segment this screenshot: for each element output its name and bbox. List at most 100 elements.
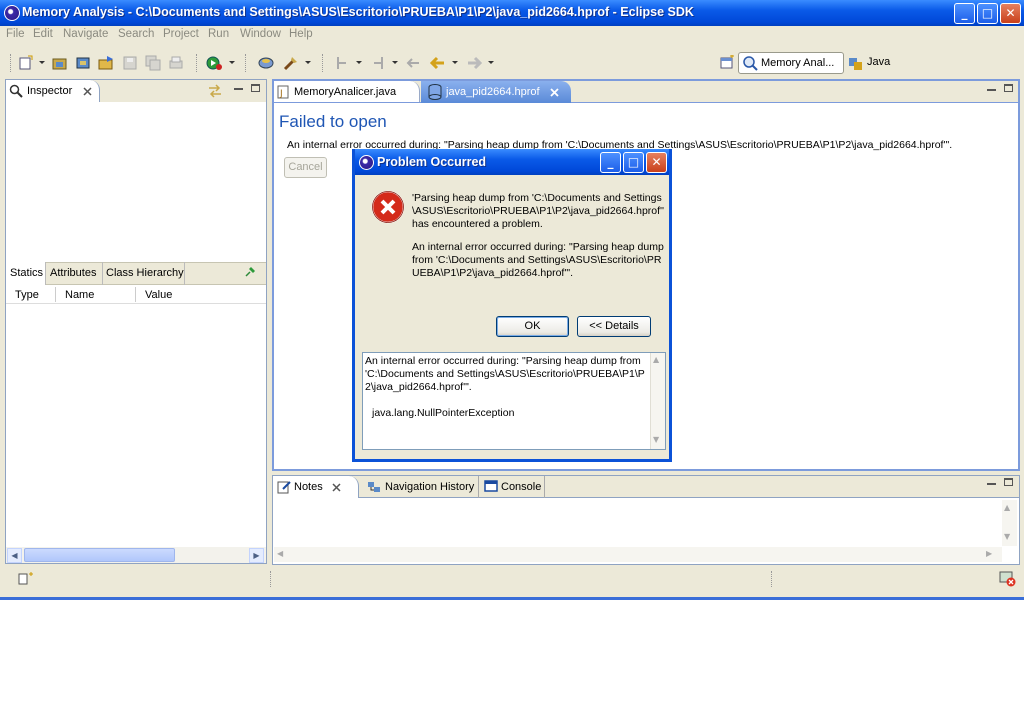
maximize-icon[interactable]: [1004, 478, 1013, 486]
search-icon: [9, 84, 23, 98]
open-perspective-icon[interactable]: [719, 54, 735, 71]
cancel-button[interactable]: Cancel: [284, 157, 327, 178]
horizontal-scrollbar[interactable]: ◀ ▶: [274, 547, 1002, 562]
memory-analyzer-icon: [742, 55, 758, 71]
page-title: Failed to open: [279, 112, 387, 131]
column-divider[interactable]: [55, 287, 56, 302]
link-with-editor-icon[interactable]: [207, 84, 223, 98]
perspective-label: Memory Anal...: [761, 57, 835, 69]
scroll-right-arrow[interactable]: ▶: [249, 548, 264, 563]
menu-navigate[interactable]: Navigate: [63, 28, 108, 40]
chevron-down-icon[interactable]: [452, 61, 458, 64]
heap-dump-icon: [428, 84, 442, 100]
maximize-icon[interactable]: [251, 84, 260, 92]
vertical-scrollbar[interactable]: ▲ ▼: [1002, 500, 1017, 546]
maximize-button[interactable]: □: [977, 3, 998, 24]
menu-edit[interactable]: Edit: [33, 28, 53, 40]
vertical-scrollbar[interactable]: ▲ ▼: [650, 353, 665, 449]
minimize-icon[interactable]: [987, 483, 996, 485]
perspective-java-label[interactable]: Java: [867, 56, 890, 68]
dialog-title-bar[interactable]: Problem Occurred _ □ ✕: [355, 149, 669, 175]
close-icon[interactable]: [83, 86, 92, 96]
subtab-class-hierarchy[interactable]: Class Hierarchy: [103, 262, 185, 285]
minimize-button[interactable]: _: [600, 152, 621, 173]
close-button[interactable]: ✕: [1000, 3, 1021, 24]
pin-icon[interactable]: [244, 266, 256, 278]
menu-file[interactable]: File: [6, 28, 25, 40]
scroll-down-arrow[interactable]: ▼: [653, 435, 659, 444]
menu-help[interactable]: Help: [289, 28, 313, 40]
tab-notes-label: Notes: [294, 481, 323, 493]
save-all-icon[interactable]: [145, 55, 161, 71]
navigation-history-icon[interactable]: [367, 480, 381, 494]
chevron-down-icon[interactable]: [305, 61, 311, 64]
ok-button[interactable]: OK: [496, 316, 569, 337]
subtab-statics[interactable]: Statics: [6, 262, 46, 285]
console-icon[interactable]: [484, 480, 498, 493]
new-package-icon[interactable]: [75, 55, 91, 71]
menu-search[interactable]: Search: [118, 28, 154, 40]
scroll-left-arrow[interactable]: ◀: [277, 549, 283, 558]
error-icon: [371, 190, 405, 224]
chevron-down-icon[interactable]: [392, 61, 398, 64]
maximize-button[interactable]: □: [623, 152, 644, 173]
tab-console[interactable]: Console: [501, 481, 541, 493]
perspective-memory-analysis[interactable]: Memory Anal...: [738, 52, 844, 74]
scroll-down-arrow[interactable]: ▼: [1004, 532, 1010, 541]
problem-dialog: Problem Occurred _ □ ✕ 'Parsing heap dum…: [352, 149, 672, 462]
close-icon[interactable]: [332, 482, 341, 492]
scroll-up-arrow[interactable]: ▲: [1004, 503, 1010, 512]
java-perspective-icon[interactable]: [848, 55, 864, 71]
chevron-down-icon[interactable]: [229, 61, 235, 64]
scroll-up-arrow[interactable]: ▲: [653, 355, 659, 364]
details-button[interactable]: << Details: [577, 316, 651, 337]
open-type-icon[interactable]: [98, 55, 114, 71]
scroll-left-arrow[interactable]: ◀: [7, 548, 22, 563]
details-text: An internal error occurred during: "Pars…: [365, 355, 645, 393]
scroll-thumb[interactable]: [24, 548, 175, 562]
details-textarea[interactable]: An internal error occurred during: "Pars…: [362, 352, 666, 450]
previous-annotation-icon[interactable]: [370, 55, 386, 71]
column-value[interactable]: Value: [145, 289, 172, 301]
save-icon[interactable]: [122, 55, 138, 71]
back-icon[interactable]: [429, 55, 446, 71]
new-java-project-icon[interactable]: [52, 55, 68, 71]
dialog-detail-message: An internal error occurred during: "Pars…: [412, 241, 664, 279]
menu-run[interactable]: Run: [208, 28, 229, 40]
open-heap-dump-icon[interactable]: [258, 55, 274, 71]
next-annotation-icon[interactable]: [334, 55, 350, 71]
status-separator: [771, 571, 772, 587]
chevron-down-icon[interactable]: [488, 61, 494, 64]
notes-icon: [277, 480, 291, 494]
external-tools-icon[interactable]: [283, 55, 299, 71]
subtab-label: Attributes: [50, 267, 97, 279]
new-icon[interactable]: [18, 55, 34, 71]
tab-navigation-history[interactable]: Navigation History: [385, 481, 474, 493]
minimize-icon[interactable]: [987, 89, 996, 91]
column-name[interactable]: Name: [65, 289, 94, 301]
chevron-down-icon[interactable]: [356, 61, 362, 64]
scroll-right-arrow[interactable]: ▶: [986, 549, 992, 558]
tab-divider: [544, 476, 545, 498]
maximize-icon[interactable]: [1004, 84, 1013, 92]
run-icon[interactable]: [206, 55, 222, 71]
menu-window[interactable]: Window: [240, 28, 281, 40]
minimize-button[interactable]: _: [954, 3, 975, 24]
menu-bar: File Edit Navigate Search Project Run Wi…: [0, 26, 1024, 44]
close-icon[interactable]: [550, 87, 559, 97]
editor-tab-label: java_pid2664.hprof: [446, 86, 540, 98]
subtab-attributes[interactable]: Attributes: [47, 262, 103, 285]
fast-view-icon[interactable]: [18, 572, 34, 586]
error-log-icon[interactable]: [999, 571, 1017, 587]
subtab-label: Statics: [10, 267, 44, 279]
forward-icon[interactable]: [466, 55, 483, 71]
column-type[interactable]: Type: [15, 289, 39, 301]
print-icon[interactable]: [168, 55, 184, 71]
last-edit-icon[interactable]: [406, 55, 422, 71]
close-button[interactable]: ✕: [646, 152, 667, 173]
chevron-down-icon[interactable]: [39, 61, 45, 64]
menu-project[interactable]: Project: [163, 28, 199, 40]
column-divider[interactable]: [135, 287, 136, 302]
title-bar[interactable]: Memory Analysis - C:\Documents and Setti…: [0, 0, 1024, 26]
minimize-icon[interactable]: [234, 88, 243, 90]
